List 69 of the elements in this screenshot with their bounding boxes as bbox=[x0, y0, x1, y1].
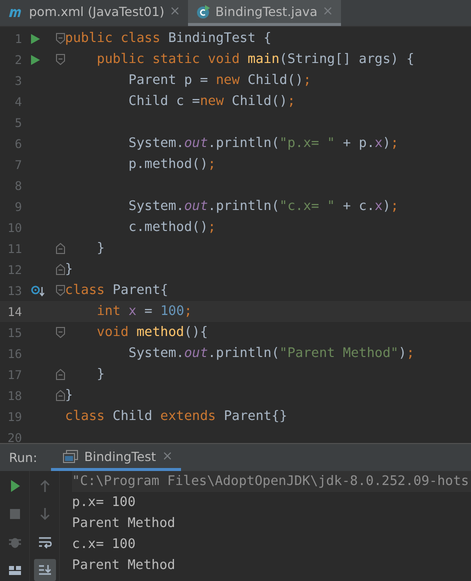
overridden-method-icon[interactable] bbox=[31, 284, 45, 296]
code-line: c.method(); bbox=[128, 220, 216, 235]
line-number: 13 bbox=[6, 284, 22, 298]
bug-icon[interactable] bbox=[8, 535, 22, 549]
up-arrow-icon[interactable] bbox=[38, 479, 52, 493]
run-label: Run: bbox=[8, 450, 38, 465]
line-number: 19 bbox=[6, 410, 22, 424]
code-line: public class BindingTest { bbox=[65, 31, 272, 46]
fold-icon[interactable] bbox=[56, 390, 65, 401]
line-number: 16 bbox=[6, 346, 22, 360]
down-arrow-icon[interactable] bbox=[38, 507, 52, 521]
code-line: } bbox=[65, 388, 73, 403]
run-icon[interactable] bbox=[31, 34, 40, 44]
line-number: 14 bbox=[6, 304, 22, 318]
line-number: 10 bbox=[6, 220, 22, 234]
console-output: c.x= 100 bbox=[72, 536, 137, 554]
code-line: Parent p = new Child(); bbox=[128, 73, 312, 88]
fold-icon[interactable] bbox=[56, 327, 65, 338]
code-line: public static void main(String[] args) { bbox=[96, 52, 414, 67]
line-number: 5 bbox=[14, 116, 22, 130]
soft-wrap-icon[interactable] bbox=[38, 535, 52, 549]
console-output: p.x= 100 bbox=[72, 494, 137, 512]
console-icon bbox=[63, 450, 78, 462]
code-line: int x = 100; bbox=[96, 304, 192, 319]
fold-icon[interactable] bbox=[56, 243, 65, 254]
line-number: 17 bbox=[6, 368, 22, 382]
line-number: 2 bbox=[14, 52, 22, 66]
fold-icon[interactable] bbox=[56, 264, 65, 275]
console-output: Parent Method bbox=[72, 557, 176, 575]
line-number: 1 bbox=[14, 32, 22, 46]
code-line: } bbox=[65, 262, 73, 277]
run-icon[interactable] bbox=[31, 54, 40, 64]
line-number: 4 bbox=[14, 94, 22, 108]
code-line: System.out.println("c.x= " + c.x); bbox=[128, 199, 399, 214]
line-number: 6 bbox=[14, 136, 22, 150]
tab-label: BindingTest bbox=[84, 448, 156, 464]
code-line: } bbox=[96, 241, 105, 256]
line-number: 3 bbox=[14, 74, 22, 88]
code-line: class Parent{ bbox=[65, 283, 168, 298]
fold-icon[interactable] bbox=[56, 54, 65, 65]
file-tab[interactable]: pom.xml (JavaTest01) × bbox=[0, 0, 188, 26]
line-number: 15 bbox=[6, 326, 22, 340]
code-line: Child c =new Child(); bbox=[128, 94, 296, 109]
tab-label: pom.xml (JavaTest01) bbox=[29, 4, 164, 19]
code-line: p.method(); bbox=[128, 157, 216, 172]
close-icon[interactable]: × bbox=[169, 4, 180, 19]
code-line: } bbox=[96, 367, 105, 382]
fold-icon[interactable] bbox=[56, 33, 65, 44]
line-number: 11 bbox=[6, 242, 22, 256]
line-number: 18 bbox=[6, 388, 22, 402]
line-number: 8 bbox=[14, 178, 22, 192]
layout-icon[interactable] bbox=[8, 563, 22, 577]
stop-icon[interactable] bbox=[8, 507, 22, 521]
code-line: class Child extends Parent{} bbox=[65, 409, 288, 424]
line-number: 20 bbox=[6, 430, 22, 443]
file-tab[interactable]: BindingTest.java × bbox=[188, 0, 342, 26]
class-icon bbox=[196, 4, 210, 18]
code-line: System.out.println("p.x= " + p.x); bbox=[128, 136, 399, 151]
fold-icon[interactable] bbox=[56, 285, 65, 296]
code-line: void method(){ bbox=[96, 325, 208, 340]
tab-label: BindingTest.java bbox=[215, 4, 318, 19]
scroll-to-end-icon[interactable] bbox=[38, 563, 52, 577]
console-output: Parent Method bbox=[72, 515, 176, 533]
close-icon[interactable]: × bbox=[162, 448, 173, 464]
line-number: 7 bbox=[14, 158, 22, 172]
line-number: 9 bbox=[14, 200, 22, 214]
fold-icon[interactable] bbox=[56, 369, 65, 380]
code-line: System.out.println("Parent Method"); bbox=[128, 346, 414, 361]
line-number: 12 bbox=[6, 262, 22, 276]
